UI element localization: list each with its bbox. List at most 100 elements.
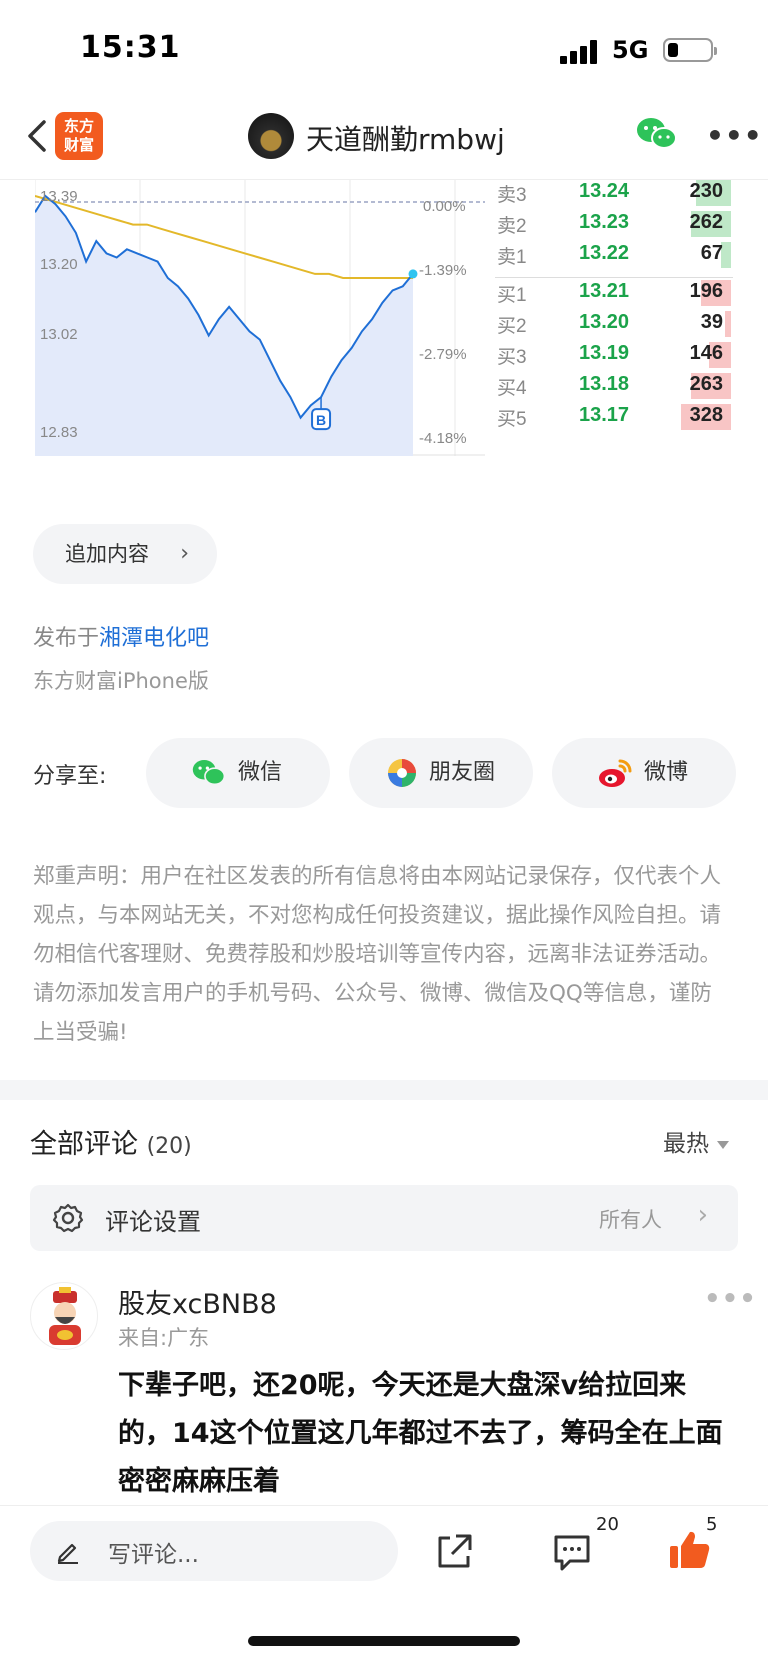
chevron-right-icon: › [697, 1200, 708, 1230]
ask-row: 卖3 13.24 230 [495, 180, 733, 208]
order-level-label: 买4 [497, 378, 527, 399]
chart-svg: B [34, 180, 485, 456]
signal-icon [560, 40, 600, 64]
wechat-icon [192, 760, 226, 786]
add-content-button[interactable]: 追加内容 › [33, 524, 217, 584]
comments-count: (20) [146, 1134, 192, 1159]
y-label-left: 13.39 [40, 188, 78, 205]
battery-icon [663, 38, 717, 62]
bid-row: 买4 13.18 263 [495, 369, 733, 401]
order-book: 卖3 13.24 230 卖2 13.23 262 卖1 13.22 67 买1 13.21 196 买… [495, 180, 733, 458]
order-volume: 328 [689, 404, 723, 426]
moments-icon [388, 759, 416, 787]
gear-icon [52, 1203, 84, 1233]
status-time: 15:31 [80, 30, 181, 65]
order-price: 13.18 [579, 373, 630, 395]
share-wechat-label: 微信 [238, 760, 283, 785]
order-level-label: 买3 [497, 347, 527, 368]
y-label-left: 13.02 [40, 326, 78, 343]
back-icon[interactable] [18, 116, 58, 156]
share-moments-button[interactable]: 朋友圈 [349, 738, 533, 808]
network-type: 5G [612, 36, 649, 64]
write-comment-placeholder: 写评论... [108, 1542, 199, 1568]
y-label-right: -2.79% [419, 346, 467, 363]
share-out-icon[interactable] [434, 1532, 474, 1572]
board-link[interactable]: 湘潭电化吧 [99, 626, 209, 651]
intraday-chart: B 13.39 13.20 13.02 12.83 0.00% -1.39% -… [34, 180, 485, 456]
client-label: 东方财富iPhone版 [33, 669, 209, 693]
more-icon[interactable]: ••• [706, 118, 762, 154]
order-level-label: 卖3 [497, 185, 527, 206]
ask-row: 卖2 13.23 262 [495, 207, 733, 239]
share-label: 分享至: [33, 764, 107, 789]
order-level-label: 卖2 [497, 216, 527, 237]
status-bar: 15:31 5G [0, 0, 768, 100]
comment-settings-row[interactable]: 评论设置 所有人 › [30, 1185, 738, 1251]
comment-settings-value: 所有人 [599, 1208, 662, 1232]
wechat-share-icon[interactable] [636, 116, 678, 152]
price-area [35, 195, 413, 456]
order-price: 13.19 [579, 342, 630, 364]
current-price-dot [408, 269, 418, 279]
sort-label: 最热 [663, 1131, 709, 1157]
section-divider [0, 1080, 768, 1100]
bid-row: 买3 13.19 146 [495, 338, 733, 370]
share-moments-label: 朋友圈 [429, 760, 496, 785]
commenter-name[interactable]: 股友xcBNB8 [118, 1282, 277, 1321]
write-comment-input[interactable]: 写评论... [30, 1521, 398, 1581]
order-level-label: 买2 [497, 316, 527, 337]
sort-dropdown[interactable]: 最热 [663, 1124, 729, 1158]
comment-count: 20 [596, 1514, 619, 1535]
order-price: 13.23 [579, 211, 630, 233]
order-price: 13.17 [579, 404, 630, 426]
commenter-avatar[interactable] [30, 1282, 98, 1350]
posted-prefix: 发布于 [33, 626, 100, 651]
order-price: 13.21 [579, 280, 630, 302]
order-volume: 230 [689, 180, 723, 202]
order-volume: 196 [689, 280, 723, 302]
comments-title: 全部评论 (20) [30, 1122, 192, 1161]
caret-down-icon [717, 1140, 729, 1149]
disclaimer-text: 郑重声明：用户在社区发表的所有信息将由本网站记录保存，仅代表个人观点，与本网站无… [33, 864, 722, 1045]
order-price: 13.20 [579, 311, 630, 333]
comments-title-label: 全部评论 [30, 1129, 138, 1160]
author-name[interactable]: 天道酬勤rmbwj [306, 118, 505, 158]
bid-row: 买1 13.21 196 [495, 276, 733, 308]
order-level-label: 买1 [497, 285, 527, 306]
author-avatar[interactable] [248, 113, 294, 159]
comment-settings-label: 评论设置 [105, 1208, 201, 1236]
like-count: 5 [706, 1514, 718, 1535]
order-volume: 263 [689, 373, 723, 395]
y-label-right: -1.39% [419, 262, 467, 279]
order-price: 13.22 [579, 242, 630, 264]
bid-row: 买2 13.20 39 [495, 307, 733, 339]
posted-in: 发布于湘潭电化吧 [33, 620, 209, 652]
app-logo[interactable]: 东方 财富 [55, 112, 103, 160]
order-volume: 262 [689, 211, 723, 233]
chevron-right-icon: › [180, 541, 189, 566]
order-level-label: 买5 [497, 409, 527, 430]
order-volume: 146 [689, 342, 723, 364]
home-indicator [248, 1636, 520, 1646]
order-price: 13.24 [579, 180, 630, 202]
fortune-god-avatar-icon [49, 1287, 81, 1345]
y-label-right: -4.18% [419, 430, 467, 447]
add-content-label: 追加内容 [65, 542, 149, 566]
pen-icon [57, 1543, 78, 1564]
order-volume: 67 [700, 242, 723, 264]
ask-row: 卖1 13.22 67 [495, 238, 733, 270]
y-label-left: 12.83 [40, 424, 78, 441]
comment-icon[interactable] [552, 1533, 592, 1573]
share-weibo-label: 微博 [644, 760, 689, 785]
buy-marker-label: B [316, 412, 326, 428]
logo-text-top: 东方 [63, 117, 94, 135]
volume-bar [725, 311, 731, 337]
weibo-icon [599, 759, 632, 787]
y-label-left: 13.20 [40, 256, 78, 273]
logo-text-bottom: 财富 [63, 136, 94, 154]
comment-more-icon[interactable]: ••• [704, 1284, 757, 1314]
share-weibo-button[interactable]: 微博 [552, 738, 736, 808]
share-wechat-button[interactable]: 微信 [146, 738, 330, 808]
commenter-location: 来自:广东 [118, 1326, 210, 1350]
y-label-right: 0.00% [423, 198, 466, 215]
